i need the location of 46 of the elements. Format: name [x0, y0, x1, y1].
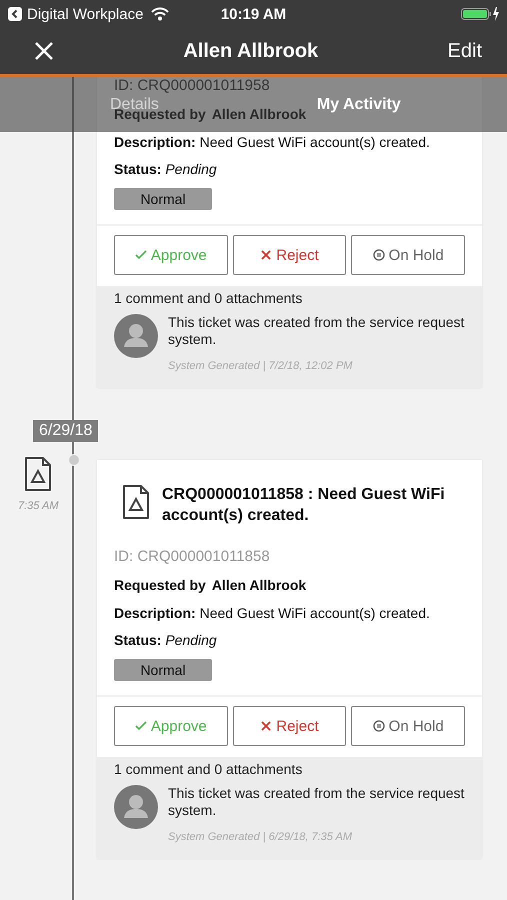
reject-button[interactable]: Reject — [232, 706, 346, 746]
hold-button[interactable]: On Hold — [351, 235, 466, 275]
ticket-status: Status: Pending — [114, 632, 218, 648]
ticket-id: ID: CRQ000001011958 — [114, 77, 271, 94]
comment-meta: System Generated | 6/29/18, 7:35 AM — [168, 831, 354, 843]
approve-button[interactable]: Approve — [114, 706, 228, 746]
date-badge: 6/29/18 — [33, 420, 98, 442]
ticket-status: Status: Pending — [114, 161, 218, 177]
close-icon[interactable] — [34, 41, 54, 61]
ticket-description: Description: Need Guest WiFi account(s) created. — [114, 605, 431, 621]
comment-meta: System Generated | 7/2/18, 12:02 PM — [168, 360, 354, 372]
comment-text: This ticket was created from the service request system. — [168, 314, 465, 348]
priority-badge: Normal — [114, 659, 212, 681]
hold-button[interactable]: On Hold — [351, 706, 466, 746]
pause-icon — [372, 720, 385, 732]
ticket-title: CRQ000001011858 : Need Guest WiFi account(s) created. — [162, 485, 446, 526]
close-icon — [260, 720, 272, 732]
clock-time: 10:19 AM — [220, 6, 286, 22]
requester-name: Allen Allbrook — [212, 106, 306, 122]
check-icon — [134, 249, 147, 261]
back-icon[interactable] — [8, 7, 22, 21]
tab[interactable]: My Activity — [316, 96, 401, 114]
check-icon — [134, 720, 147, 732]
requested-label: Requested by — [114, 577, 206, 593]
close-icon — [260, 249, 272, 261]
pause-icon — [372, 249, 385, 261]
avatar-icon — [114, 785, 158, 829]
avatar-icon — [114, 314, 158, 358]
approve-button[interactable]: Approve — [114, 235, 228, 275]
timeline-dot — [68, 454, 80, 466]
reject-button[interactable]: Reject — [232, 235, 346, 275]
ticket-description: Description: Need Guest WiFi account(s) created. — [114, 134, 431, 150]
requester-name: Allen Allbrook — [212, 577, 306, 593]
comments-summary: 1 comment and 0 attachments — [114, 290, 304, 306]
back-app-label[interactable]: Digital Workplace — [27, 6, 144, 22]
ticket-id: ID: CRQ000001011858 — [114, 548, 271, 565]
wifi-icon — [151, 7, 170, 21]
comments-summary: 1 comment and 0 attachments — [114, 761, 304, 777]
screen-title: Allen Allbrook — [182, 40, 320, 62]
edit-button[interactable]: Edit — [448, 40, 482, 62]
comment-text: This ticket was created from the service request system. — [168, 785, 465, 819]
document-icon — [24, 456, 52, 492]
document-icon — [122, 484, 150, 520]
entry-time: 7:35 AM — [18, 500, 60, 512]
priority-badge: Normal — [114, 188, 212, 210]
battery-icon — [461, 6, 499, 22]
